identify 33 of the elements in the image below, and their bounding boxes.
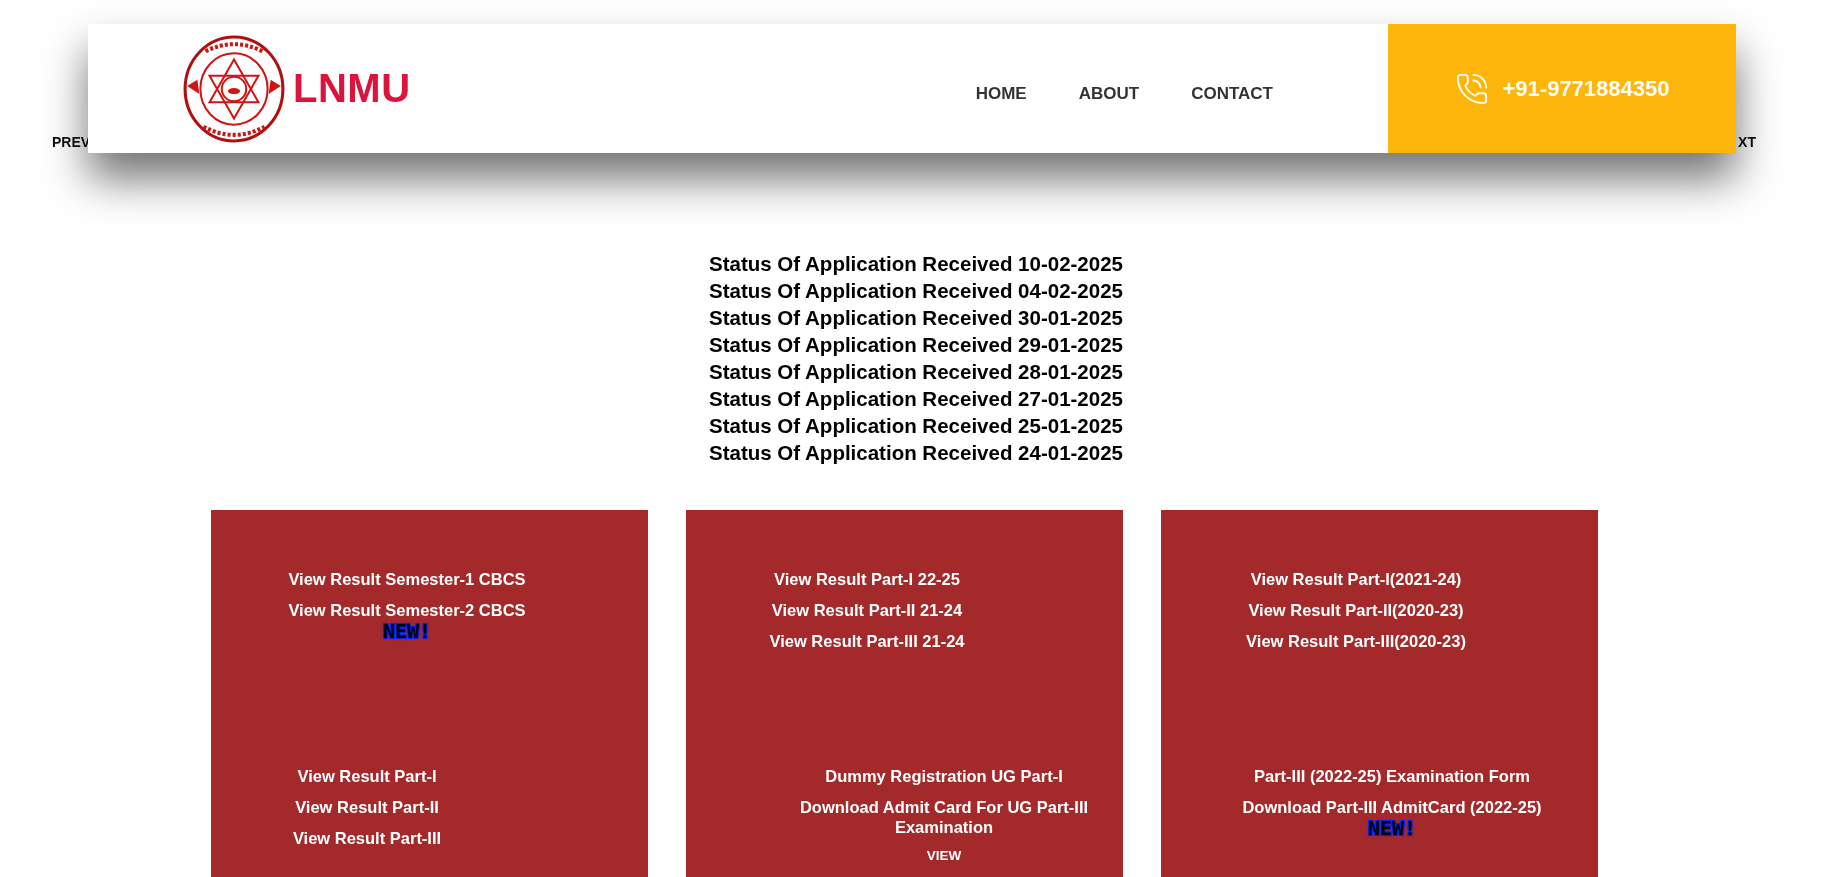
result-link[interactable]: View Result Semester-2 CBCS: [288, 600, 526, 620]
status-link[interactable]: Status Of Application Received 30-01-2025: [709, 304, 1123, 331]
result-link[interactable]: View Result Part-I(2021-24): [1250, 569, 1462, 589]
phone-icon: [1454, 71, 1489, 106]
result-link[interactable]: Dummy Registration UG Part-I: [825, 766, 1063, 786]
result-link[interactable]: View Result Part-I 22-25: [774, 569, 960, 589]
result-link[interactable]: View Result Part-II: [295, 797, 439, 817]
next-slide-link[interactable]: XT: [1738, 134, 1756, 150]
status-link[interactable]: Status Of Application Received 24-01-2025: [709, 439, 1123, 466]
result-link[interactable]: View Result Part-II(2020-23): [1248, 600, 1464, 620]
logo-text[interactable]: LNMU: [293, 66, 411, 111]
nav-link[interactable]: HOME: [975, 83, 1027, 104]
result-link[interactable]: Part-III (2022-25) Examination Form: [1254, 766, 1530, 786]
result-link[interactable]: View Result Semester-1 CBCS: [288, 569, 526, 589]
previous-slide-link[interactable]: PREV: [52, 134, 91, 150]
result-link[interactable]: Download Part-III AdmitCard (2022-25): [1242, 797, 1542, 817]
result-link[interactable]: View Result Part-III(2020-23): [1246, 631, 1466, 651]
nav-link[interactable]: ABOUT: [1078, 83, 1140, 104]
status-link[interactable]: Status Of Application Received 28-01-2025: [709, 358, 1123, 385]
result-link[interactable]: View Result Part-III: [292, 828, 442, 848]
nav-link[interactable]: CONTACT: [1191, 83, 1273, 104]
status-link[interactable]: Status Of Application Received 29-01-2025: [709, 331, 1123, 358]
result-link[interactable]: View Result Part-I: [297, 766, 437, 786]
status-link[interactable]: Status Of Application Received 25-01-2025: [709, 412, 1123, 439]
status-link[interactable]: Status Of Application Received 10-02-2025: [709, 250, 1123, 277]
status-link[interactable]: Status Of Application Received 04-02-2025: [709, 277, 1123, 304]
result-link[interactable]: Download Admit Card For UG Part-III Examination: [794, 797, 1094, 837]
new-label: NEW!: [382, 620, 432, 642]
status-link[interactable]: Status Of Application Received 27-01-2025: [709, 385, 1123, 412]
result-link[interactable]: View Result Part-III 21-24: [769, 631, 965, 651]
view-link[interactable]: VIEW: [926, 846, 962, 866]
result-link[interactable]: View Result Part-II 21-24: [771, 600, 963, 620]
new-label: NEW!: [1367, 817, 1417, 839]
